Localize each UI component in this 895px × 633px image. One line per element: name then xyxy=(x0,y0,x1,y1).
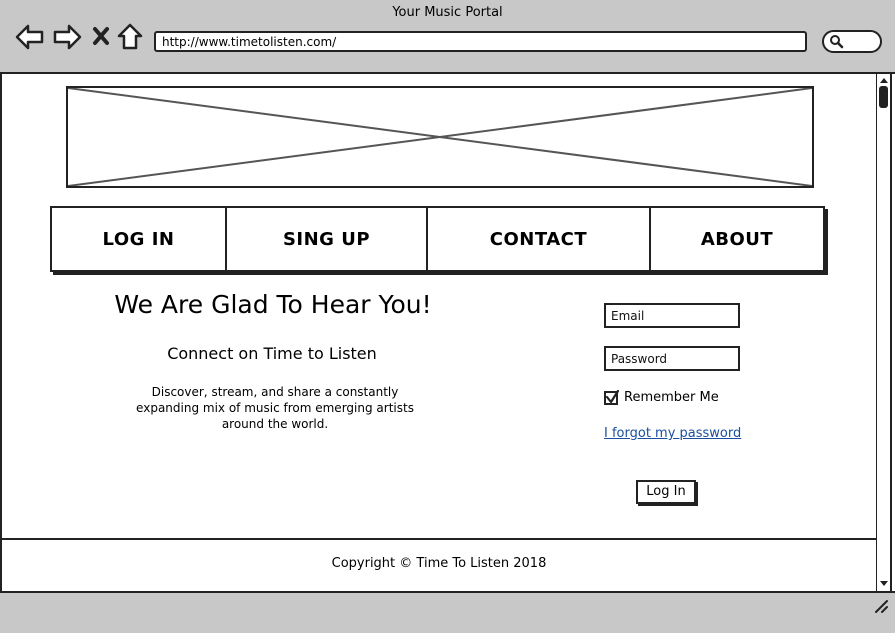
checkmark-icon xyxy=(605,389,619,403)
remember-me-option[interactable]: Remember Me xyxy=(604,389,719,405)
scroll-up-arrow-icon[interactable] xyxy=(878,75,890,85)
image-placeholder-icon xyxy=(67,87,813,187)
vertical-scrollbar[interactable] xyxy=(876,74,892,591)
email-field[interactable] xyxy=(604,303,740,328)
remember-me-checkbox[interactable] xyxy=(604,389,619,405)
browser-statusbar xyxy=(0,591,895,633)
browser-search-field[interactable] xyxy=(822,30,882,53)
menu-item-signup[interactable]: SING UP xyxy=(227,208,428,270)
window-title: Your Music Portal xyxy=(392,5,503,20)
banner-image-placeholder xyxy=(66,86,814,188)
main-menu: LOG IN SING UP CONTACT ABOUT xyxy=(50,206,825,272)
search-icon xyxy=(830,35,844,49)
remember-me-label: Remember Me xyxy=(624,390,719,405)
scroll-thumb[interactable] xyxy=(879,86,888,108)
browser-titlebar: Your Music Portal http://www.timetoliste… xyxy=(0,0,895,74)
scroll-down-arrow-icon[interactable] xyxy=(878,579,890,589)
address-bar[interactable]: http://www.timetolisten.com/ xyxy=(154,31,807,52)
resize-grip-icon[interactable] xyxy=(873,599,889,613)
hero-description: Discover, stream, and share a constantly… xyxy=(136,385,414,431)
hero-subhead: Connect on Time to Listen xyxy=(167,344,377,363)
stop-x-icon[interactable] xyxy=(92,26,110,46)
browser-window: Your Music Portal http://www.timetoliste… xyxy=(0,0,895,633)
home-icon[interactable] xyxy=(117,23,143,51)
menu-item-contact[interactable]: CONTACT xyxy=(428,208,651,270)
page-footer: Copyright © Time To Listen 2018 xyxy=(2,538,876,591)
forgot-password-link[interactable]: I forgot my password xyxy=(604,426,741,441)
menu-item-about[interactable]: ABOUT xyxy=(651,208,823,270)
menu-item-login[interactable]: LOG IN xyxy=(52,208,227,270)
hero-headline: We Are Glad To Hear You! xyxy=(114,290,432,319)
login-button[interactable]: Log In xyxy=(636,480,696,504)
back-arrow-icon[interactable] xyxy=(15,23,45,51)
forward-arrow-icon[interactable] xyxy=(52,23,82,51)
copyright-text: Copyright © Time To Listen 2018 xyxy=(331,556,547,571)
password-field[interactable] xyxy=(604,346,740,371)
